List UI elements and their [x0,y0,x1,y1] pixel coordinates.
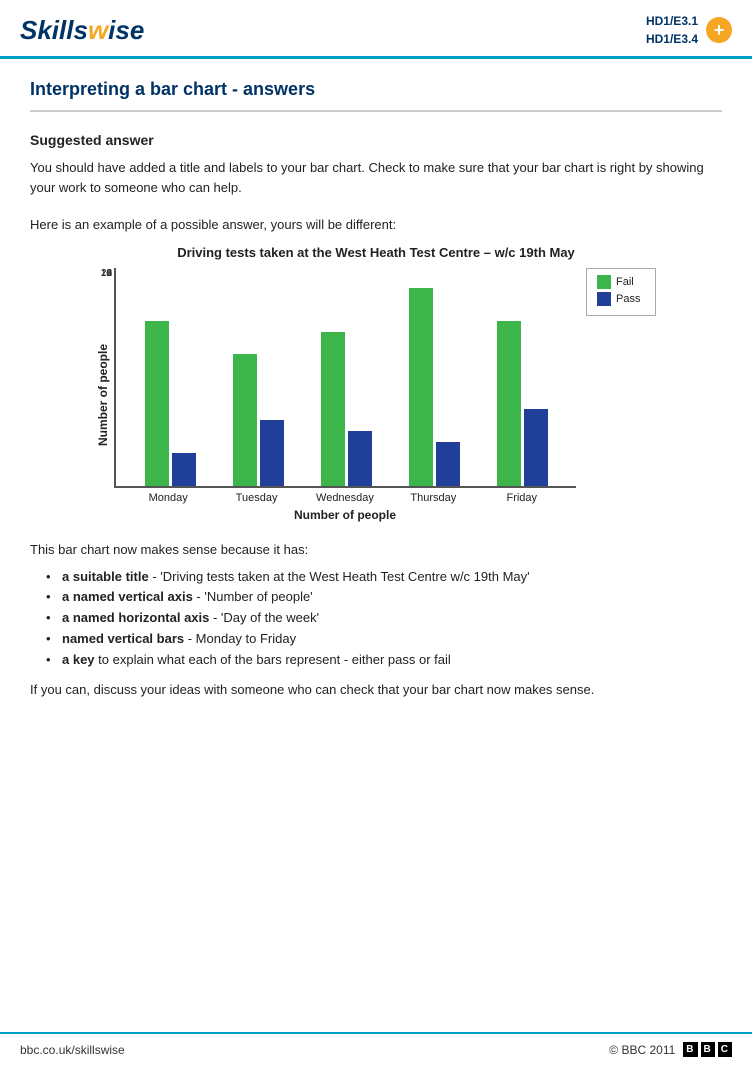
bbc-block-b2: B [701,1042,715,1057]
bar-pair [497,321,548,486]
footer: bbc.co.uk/skillswise © BBC 2011 B B C [0,1032,752,1065]
pass-label: Pass [616,293,640,305]
legend-pass: Pass [597,292,645,306]
legend-fail: Fail [597,275,645,289]
bullet-bold: a suitable title [62,569,149,584]
x-label: Friday [492,492,552,504]
y-tick-label: 20 [90,268,112,279]
chart-body: 02468101214161820 Monday Tuesday Wednesday… [114,268,576,522]
legend: Fail Pass [586,268,656,316]
x-label: Tuesday [227,492,287,504]
bbc-block-b: B [683,1042,697,1057]
footer-copyright: © BBC 2011 [609,1043,675,1057]
chart-container: Driving tests taken at the West Heath Te… [96,245,656,522]
bar-pass [348,431,372,486]
bbc-logo: B B C [683,1042,732,1057]
bar-pass [524,409,548,486]
bullet-list: a suitable title - 'Driving tests taken … [50,567,722,671]
final-text: If you can, discuss your ideas with some… [30,682,722,697]
bbc-block-c: C [718,1042,732,1057]
pass-color-box [597,292,611,306]
bar-group [145,321,196,486]
fail-label: Fail [616,276,634,288]
bar-pass [260,420,284,486]
list-item: a suitable title - 'Driving tests taken … [50,567,722,588]
list-item: a named horizontal axis - 'Day of the we… [50,608,722,629]
page-title: Interpreting a bar chart - answers [30,79,722,112]
x-label: Thursday [403,492,463,504]
list-item: a named vertical axis - 'Number of peopl… [50,587,722,608]
suggested-answer-heading: Suggested answer [30,132,722,148]
main-content: Interpreting a bar chart - answers Sugge… [0,59,752,717]
bar-fail [409,288,433,486]
bullet-bold: named vertical bars [62,631,184,646]
bar-pair [145,321,196,486]
list-item: named vertical bars - Monday to Friday [50,629,722,650]
header-codes: HD1/E3.1 HD1/E3.4 [646,12,698,48]
x-label: Wednesday [315,492,375,504]
bullet-bold: a key [62,652,95,667]
bullet-bold: a named horizontal axis [62,610,209,625]
fail-color-box [597,275,611,289]
intro-text: You should have added a title and labels… [30,158,722,197]
chart-plot: 02468101214161820 [114,268,576,488]
bars-area [116,268,576,486]
bar-pair [409,288,460,486]
header-right: HD1/E3.1 HD1/E3.4 + [646,12,732,48]
footer-url: bbc.co.uk/skillswise [20,1043,125,1057]
bar-pair [321,332,372,486]
bar-group [321,332,372,486]
bullet-bold: a named vertical axis [62,589,193,604]
bar-fail [321,332,345,486]
bar-fail [145,321,169,486]
y-axis-label: Number of people [96,268,110,522]
bar-pair [233,354,284,486]
plus-button[interactable]: + [706,17,732,43]
header: Skillswise HD1/E3.1 HD1/E3.4 + [0,0,752,59]
bar-group [233,354,284,486]
bar-pass [172,453,196,486]
bar-fail [497,321,521,486]
chart-and-legend: Number of people 02468101214161820 Monda… [96,268,656,522]
summary-intro: This bar chart now makes sense because i… [30,542,722,557]
x-axis-labels: Monday Tuesday Wednesday Thursday Friday [114,488,576,504]
logo: Skillswise [20,15,144,46]
list-item: a key to explain what each of the bars r… [50,650,722,671]
bar-fail [233,354,257,486]
x-label: Monday [138,492,198,504]
chart-left: Number of people 02468101214161820 Monda… [96,268,576,522]
logo-text: Skillswise [20,15,144,46]
bar-group [497,321,548,486]
x-axis-title: Number of people [114,508,576,522]
bar-pass [436,442,460,486]
bar-group [409,288,460,486]
chart-inner: Number of people 02468101214161820 Monda… [96,268,576,522]
example-text: Here is an example of a possible answer,… [30,215,722,235]
chart-title: Driving tests taken at the West Heath Te… [177,245,575,260]
